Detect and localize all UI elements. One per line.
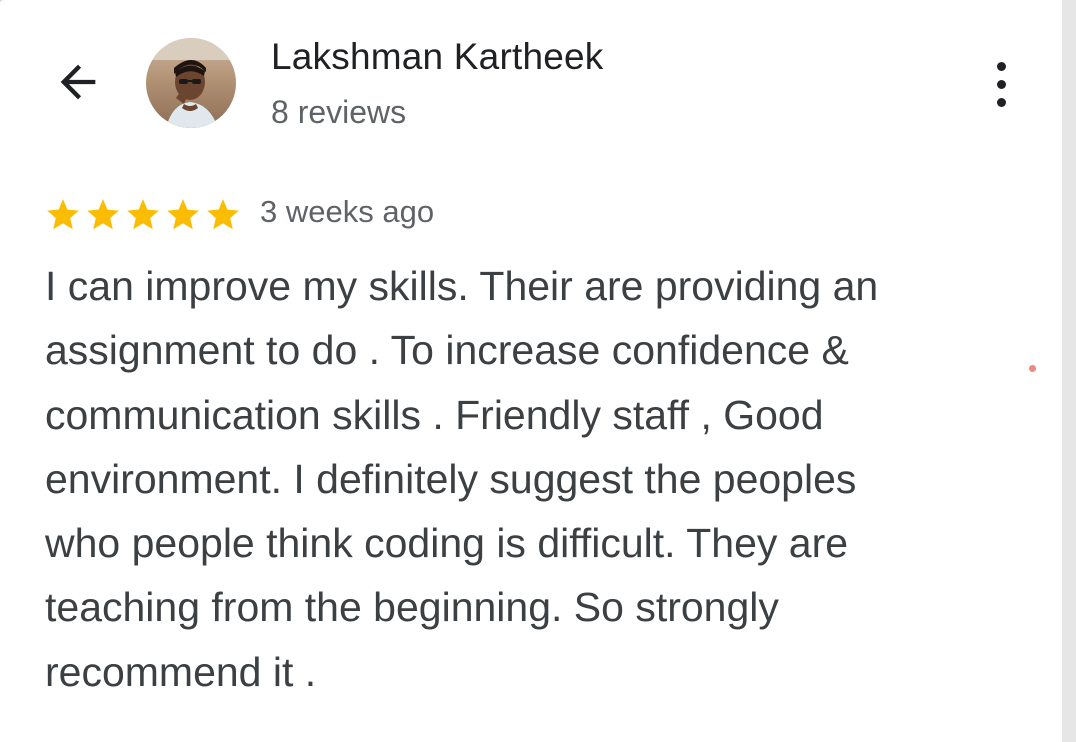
review-count: 8 reviews [271,94,407,130]
review-text-line: environment. I definitely suggest the pe… [45,455,857,502]
more-vert-icon-dot [996,79,1006,89]
review-text-line: teaching from the beginning. So strongly [45,584,779,631]
review-text-line: who people think coding is difficult. Th… [45,520,849,567]
star-rating [44,196,242,234]
review-text-line: recommend it . [45,648,317,695]
review-text-line: communication skills . Friendly staff , … [45,391,824,438]
star-icon [84,196,122,234]
profile-photo [146,38,236,128]
author-name[interactable]: Lakshman Kartheek [271,36,603,78]
star-icon [204,196,242,234]
review-card: Lakshman Kartheek 8 reviews 3 weeks ago … [0,0,1062,742]
review-text-line: assignment to do . To increase confidenc… [45,327,849,374]
star-icon [164,196,202,234]
star-icon [124,196,162,234]
more-options-button[interactable] [980,56,1022,112]
review-text-line: I can improve my skills. Their are provi… [45,263,879,309]
review-time: 3 weeks ago [260,194,435,229]
indicator-dot [1029,365,1036,372]
more-vert-icon-dot [996,97,1006,107]
screen-edge [1062,0,1076,742]
star-icon [44,196,82,234]
back-button[interactable] [48,52,108,112]
avatar[interactable] [146,38,236,128]
review-text: I can improve my skills. Their are provi… [45,254,1005,704]
arrow-back-icon [60,64,96,100]
more-vert-icon [996,61,1006,71]
